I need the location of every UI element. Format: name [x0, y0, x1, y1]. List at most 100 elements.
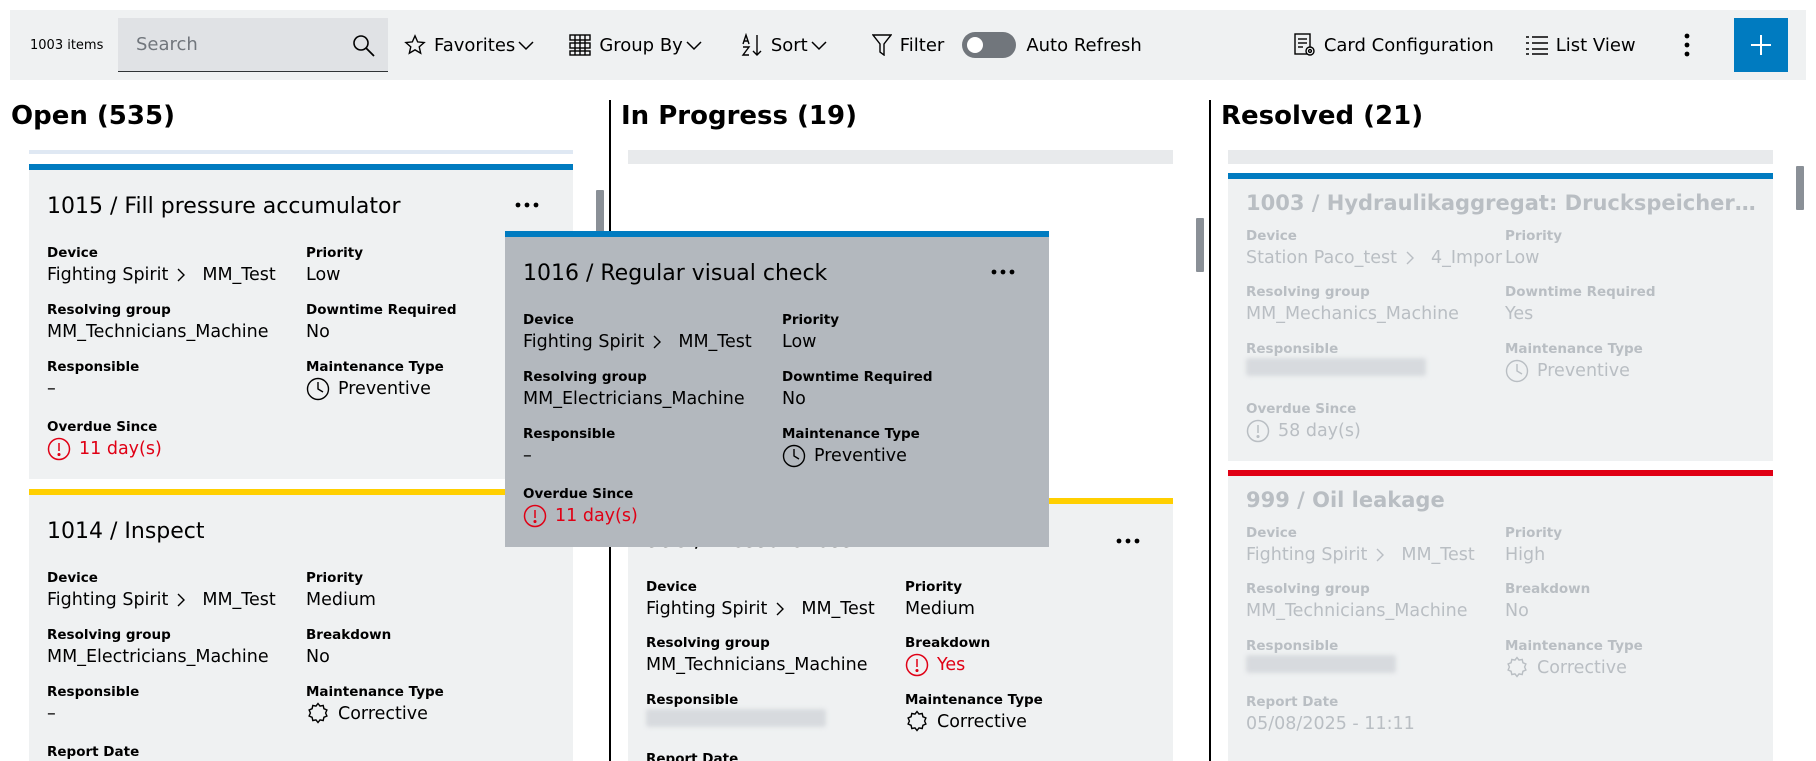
toolbar: 1003 items Search Favorites Group By Sor… [10, 10, 1806, 80]
field-label: Downtime Required [306, 302, 457, 318]
more-icon[interactable] [1116, 538, 1140, 544]
breakdown-field: Breakdown No [306, 626, 391, 670]
responsible-field: Responsible [1246, 637, 1396, 673]
alert-icon [523, 504, 547, 528]
field-label: Resolving group [47, 627, 171, 643]
device-sub: MM_Test [1401, 545, 1475, 565]
field-label: Resolving group [47, 302, 171, 318]
card-configuration-button[interactable]: Card Configuration [1294, 33, 1494, 57]
scrollbar-in-progress[interactable] [1196, 218, 1204, 272]
list-view-button[interactable]: List View [1525, 34, 1636, 56]
status-bar [29, 489, 573, 495]
item-count: 1003 items [30, 37, 104, 53]
field-label: Overdue Since [47, 419, 158, 435]
field-label: Overdue Since [523, 486, 634, 502]
column-title-resolved: Resolved (21) [1221, 101, 1424, 131]
auto-refresh-toggle[interactable]: Auto Refresh [962, 32, 1142, 58]
maintenance-type-value: Preventive [814, 446, 907, 466]
more-icon[interactable] [991, 269, 1015, 275]
ticket-card[interactable]: 1014 / Inspect Device Fighting Spirit MM_… [29, 489, 573, 761]
sort-icon [741, 33, 763, 57]
responsible-field: Responsible – [47, 358, 139, 402]
breakdown-field: Breakdown Yes [905, 634, 990, 678]
field-label: Maintenance Type [1505, 341, 1643, 357]
chevron-down-icon [517, 36, 535, 54]
list-top-edge [628, 150, 1173, 164]
maintenance-type-value: Corrective [338, 704, 428, 724]
field-label: Maintenance Type [782, 426, 920, 442]
field-label: Maintenance Type [1505, 638, 1643, 654]
maintenance-type-field: Maintenance Type Corrective [1505, 637, 1643, 681]
field-label: Report Date [1246, 694, 1339, 710]
priority-value: Medium [905, 599, 975, 619]
card-configuration-label: Card Configuration [1323, 34, 1494, 56]
breakdown-value: No [306, 647, 330, 667]
report-date-field: Report Date [646, 750, 738, 761]
resolving-group-value: MM_Electricians_Machine [47, 647, 269, 667]
responsible-field: Responsible – [523, 425, 615, 469]
chevron-right-icon [775, 602, 793, 616]
responsible-field: Responsible – [47, 683, 139, 727]
field-label: Priority [306, 245, 363, 261]
card-title: 1014 / Inspect [47, 519, 205, 544]
device-field: Device Fighting Spirit MM_Test [523, 311, 752, 355]
overdue-field: Overdue Since 11 day(s) [523, 485, 638, 529]
field-label: Priority [1505, 228, 1562, 244]
list-top-edge [29, 150, 573, 154]
chevron-right-icon [176, 593, 194, 607]
maintenance-type-field: Maintenance Type Corrective [306, 683, 444, 727]
resolving-group-value: MM_Mechanics_Machine [1246, 304, 1459, 324]
field-label: Breakdown [905, 635, 991, 651]
maintenance-type-value: Corrective [1537, 658, 1627, 678]
gear-icon [907, 710, 927, 732]
toggle-switch[interactable] [962, 32, 1017, 58]
filter-button[interactable]: Filter [871, 34, 944, 56]
resolving-group-field: Resolving group MM_Technicians_Machine [1246, 580, 1468, 624]
group-by-dropdown[interactable]: Group By [569, 34, 703, 56]
search-input[interactable]: Search [118, 18, 388, 72]
card-config-icon [1294, 33, 1316, 57]
favorites-label: Favorites [434, 34, 516, 56]
field-label: Resolving group [1246, 581, 1370, 597]
chevron-right-icon [1375, 548, 1393, 562]
field-label: Resolving group [523, 369, 647, 385]
priority-field: Priority Medium [306, 569, 376, 613]
field-label: Responsible [47, 359, 140, 375]
ticket-card[interactable]: 999 / Oil leakage Device Fighting Spirit… [1228, 470, 1773, 761]
ticket-card[interactable]: 1015 / Fill pressure accumulator Device … [29, 164, 573, 479]
add-button[interactable] [1734, 18, 1788, 72]
field-label: Device [523, 312, 574, 328]
more-icon[interactable] [515, 202, 539, 208]
maintenance-type-value: Corrective [937, 712, 1027, 732]
priority-value: Low [782, 332, 817, 352]
ticket-card[interactable]: 1003 / Hydraulikaggregat: Druckspeicher … [1228, 173, 1773, 461]
scrollbar-resolved[interactable] [1796, 166, 1804, 210]
kebab-icon[interactable] [1672, 33, 1702, 57]
chevron-right-icon [652, 335, 670, 349]
resolving-group-value: MM_Electricians_Machine [523, 389, 745, 409]
overdue-value: 58 day(s) [1278, 421, 1361, 441]
field-label: Responsible [646, 692, 739, 708]
sort-label: Sort [770, 34, 808, 56]
list-view-label: List View [1555, 34, 1636, 56]
device-field: Device Fighting Spirit MM_Test [646, 578, 875, 622]
chevron-right-icon [1405, 251, 1423, 265]
field-label: Responsible [1246, 638, 1339, 654]
favorites-dropdown[interactable]: Favorites [404, 34, 535, 56]
dragged-ticket-card[interactable]: 1016 / Regular visual check Device Fight… [505, 231, 1049, 547]
field-label: Report Date [47, 744, 140, 760]
report-date-field: Report Date [47, 743, 139, 761]
device-sub: MM_Test [202, 265, 276, 285]
downtime-value: Yes [1505, 304, 1534, 324]
search-icon[interactable] [352, 34, 376, 58]
responsible-value: – [47, 704, 56, 724]
overdue-value: 11 day(s) [79, 439, 162, 459]
priority-field: Priority Low [782, 311, 839, 355]
redacted-name [646, 709, 826, 727]
resolving-group-field: Resolving group MM_Electricians_Machine [523, 368, 745, 412]
breakdown-value: Yes [937, 655, 966, 675]
sort-dropdown[interactable]: Sort [741, 33, 828, 57]
device-name: Fighting Spirit [523, 332, 645, 352]
maintenance-type-field: Maintenance Type Preventive [306, 358, 444, 402]
resolving-group-field: Resolving group MM_Electricians_Machine [47, 626, 269, 670]
